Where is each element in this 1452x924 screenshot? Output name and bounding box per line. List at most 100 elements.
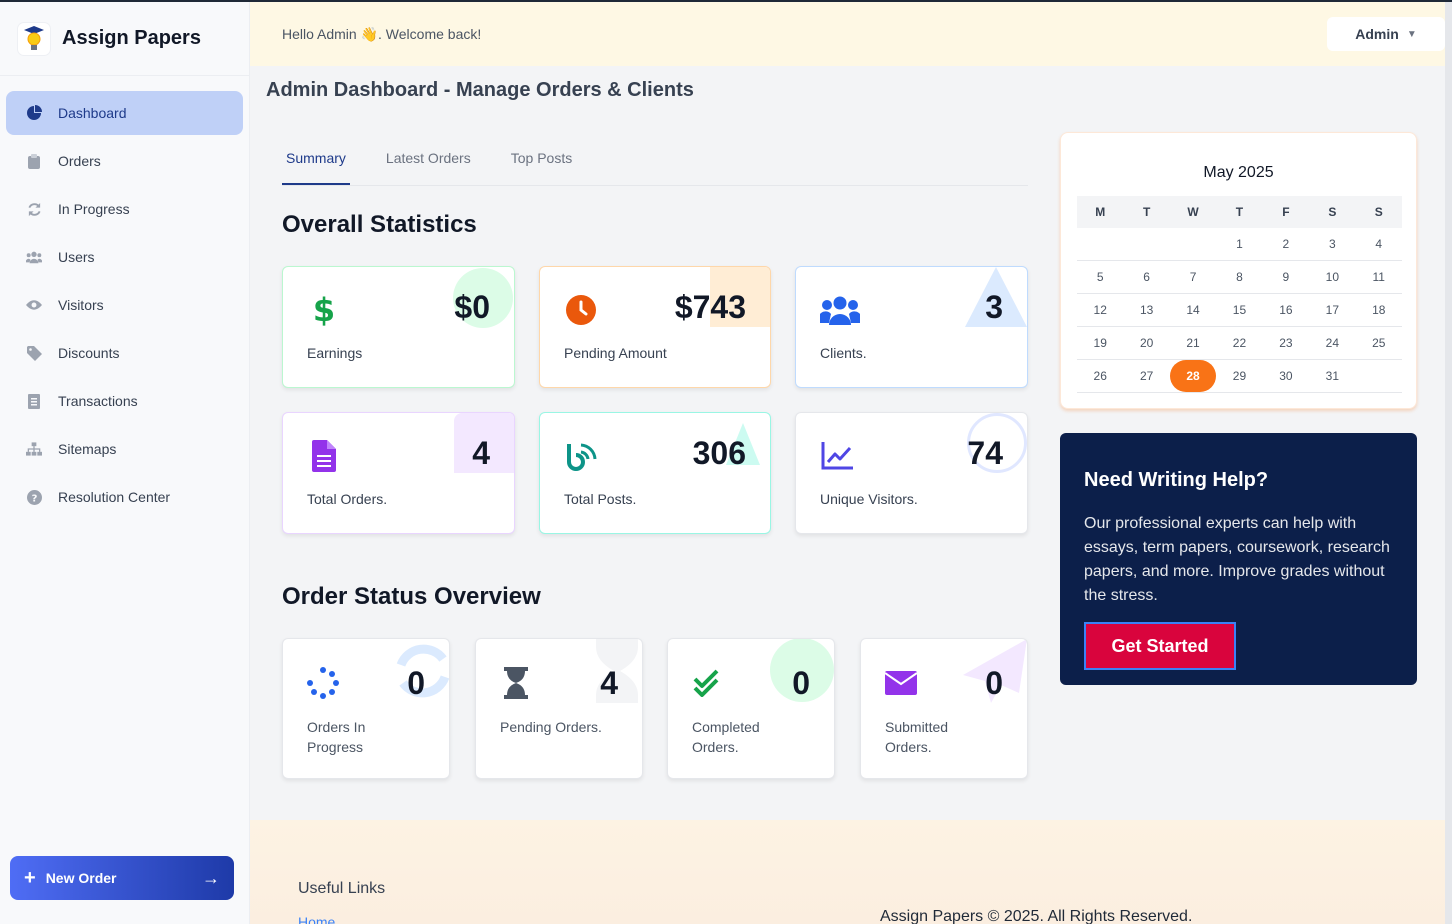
envelope-icon (885, 667, 917, 699)
calendar-day[interactable]: 6 (1123, 270, 1169, 284)
status-card-in-progress: 0 Orders In Progress (282, 638, 450, 779)
brand[interactable]: Assign Papers (0, 2, 249, 76)
svg-text:$: $ (314, 294, 334, 326)
calendar-day[interactable]: 13 (1123, 303, 1169, 317)
brand-name: Assign Papers (62, 27, 201, 49)
get-started-button[interactable]: Get Started (1084, 622, 1236, 670)
sidebar-item-label: Orders (58, 153, 101, 169)
calendar-day[interactable]: 30 (1263, 369, 1309, 383)
calendar-day[interactable]: 25 (1356, 336, 1402, 350)
stat-value: 3 (985, 289, 1003, 325)
calendar-day[interactable]: 15 (1216, 303, 1262, 317)
calendar-day[interactable]: 12 (1077, 303, 1123, 317)
sidebar-item-label: Transactions (58, 393, 138, 409)
pie-chart-icon (26, 105, 42, 121)
top-header: Hello Admin 👋. Welcome back! Admin ▼ (250, 2, 1445, 66)
stat-value: 4 (472, 435, 490, 471)
status-value: 4 (600, 665, 618, 701)
new-order-label: New Order (45, 870, 117, 886)
plus-icon: + (24, 867, 36, 889)
calendar-day[interactable]: 19 (1077, 336, 1123, 350)
calendar-day[interactable]: 18 (1356, 303, 1402, 317)
calendar-day[interactable]: 1 (1216, 237, 1262, 251)
sidebar-item-in-progress[interactable]: In Progress (6, 187, 243, 231)
stat-value: $743 (674, 289, 746, 325)
tab-top-posts[interactable]: Top Posts (507, 132, 576, 185)
stat-card-clients: 3 Clients. (795, 266, 1028, 388)
calendar-day[interactable]: 4 (1356, 237, 1402, 251)
calendar-weekday-row: M T W T F S S (1077, 196, 1402, 228)
calendar-day[interactable]: 22 (1216, 336, 1262, 350)
sidebar-item-label: Sitemaps (58, 441, 117, 457)
calendar-week-row: 5 6 7 8 9 10 11 (1077, 261, 1402, 294)
sidebar-item-visitors[interactable]: Visitors (6, 283, 243, 327)
calendar-day[interactable]: 31 (1309, 369, 1355, 383)
calendar-day[interactable]: 27 (1123, 369, 1169, 383)
new-order-button[interactable]: + New Order → (10, 856, 234, 900)
calendar-day[interactable]: 20 (1123, 336, 1169, 350)
status-label: Orders In Progress (307, 719, 366, 755)
sidebar-item-dashboard[interactable]: Dashboard (6, 91, 243, 135)
calendar-grid: M T W T F S S 1 2 3 4 5 6 7 8 9 10 11 12 (1077, 196, 1402, 393)
calendar-day[interactable]: 29 (1216, 369, 1262, 383)
stat-card-total-orders: 4 Total Orders. (282, 412, 515, 534)
calendar-day-today[interactable]: 28 (1170, 360, 1217, 392)
calendar-day[interactable]: 14 (1170, 303, 1216, 317)
svg-text:?: ? (31, 493, 37, 504)
calendar-day[interactable]: 8 (1216, 270, 1262, 284)
chevron-down-icon: ▼ (1406, 28, 1417, 40)
sidebar-item-label: Users (58, 249, 95, 265)
sidebar-item-orders[interactable]: Orders (6, 139, 243, 183)
weekday-label: M (1095, 205, 1106, 219)
stat-label: Total Posts. (564, 491, 637, 507)
calendar-day[interactable]: 24 (1309, 336, 1355, 350)
status-card-completed: 0 Completed Orders. (667, 638, 835, 779)
sidebar-item-transactions[interactable]: Transactions (6, 379, 243, 423)
tag-icon (26, 345, 42, 361)
calendar-day[interactable]: 16 (1263, 303, 1309, 317)
calendar-day[interactable]: 11 (1356, 270, 1402, 284)
weekday-label: F (1282, 205, 1290, 219)
calendar-day[interactable]: 21 (1170, 336, 1216, 350)
stat-label: Pending Amount (564, 345, 667, 361)
weekday-label: S (1328, 205, 1337, 219)
calendar-day[interactable]: 17 (1309, 303, 1355, 317)
stat-value: 74 (967, 435, 1003, 471)
blog-icon (564, 439, 598, 473)
sidebar-item-resolution-center[interactable]: ? Resolution Center (6, 475, 243, 519)
calendar-day[interactable]: 10 (1309, 270, 1355, 284)
footer-home-link[interactable]: Home (298, 914, 335, 924)
document-icon (307, 439, 341, 473)
tab-summary[interactable]: Summary (282, 132, 350, 185)
stat-label: Clients. (820, 345, 867, 361)
overall-statistics-title: Overall Statistics (282, 211, 477, 238)
calendar-month-title: May 2025 (1203, 164, 1274, 181)
dollar-icon: $ (307, 293, 341, 327)
calendar-day[interactable]: 3 (1309, 237, 1355, 251)
status-card-submitted: 0 Submitted Orders. (860, 638, 1028, 779)
sidebar-item-discounts[interactable]: Discounts (6, 331, 243, 375)
calendar-day[interactable]: 23 (1263, 336, 1309, 350)
help-text: Our professional experts can help with e… (1084, 515, 1390, 604)
writing-help-panel: Need Writing Help? Our professional expe… (1060, 433, 1417, 685)
scrollbar-track[interactable] (1445, 2, 1452, 924)
welcome-greeting: Hello Admin 👋. Welcome back! (282, 25, 482, 42)
sidebar-item-sitemaps[interactable]: Sitemaps (6, 427, 243, 471)
tab-latest-orders[interactable]: Latest Orders (382, 132, 475, 185)
calendar-day[interactable]: 9 (1263, 270, 1309, 284)
copyright-text: Assign Papers © 2025. All Rights Reserve… (880, 908, 1193, 924)
calendar-day[interactable]: 5 (1077, 270, 1123, 284)
brand-logo-icon (18, 22, 50, 55)
status-value: 0 (985, 665, 1003, 701)
calendar-week-row: 19 20 21 22 23 24 25 (1077, 327, 1402, 360)
user-menu-button[interactable]: Admin ▼ (1327, 17, 1445, 51)
sidebar-item-users[interactable]: Users (6, 235, 243, 279)
dashboard-tabs: Summary Latest Orders Top Posts (282, 132, 1028, 186)
sidebar-item-label: In Progress (58, 201, 130, 217)
calendar-day[interactable]: 7 (1170, 270, 1216, 284)
arrow-right-icon: → (202, 867, 220, 888)
calendar-day[interactable]: 2 (1263, 237, 1309, 251)
weekday-label: W (1187, 205, 1199, 219)
calendar-day[interactable]: 26 (1077, 369, 1123, 383)
users-icon (26, 249, 42, 265)
